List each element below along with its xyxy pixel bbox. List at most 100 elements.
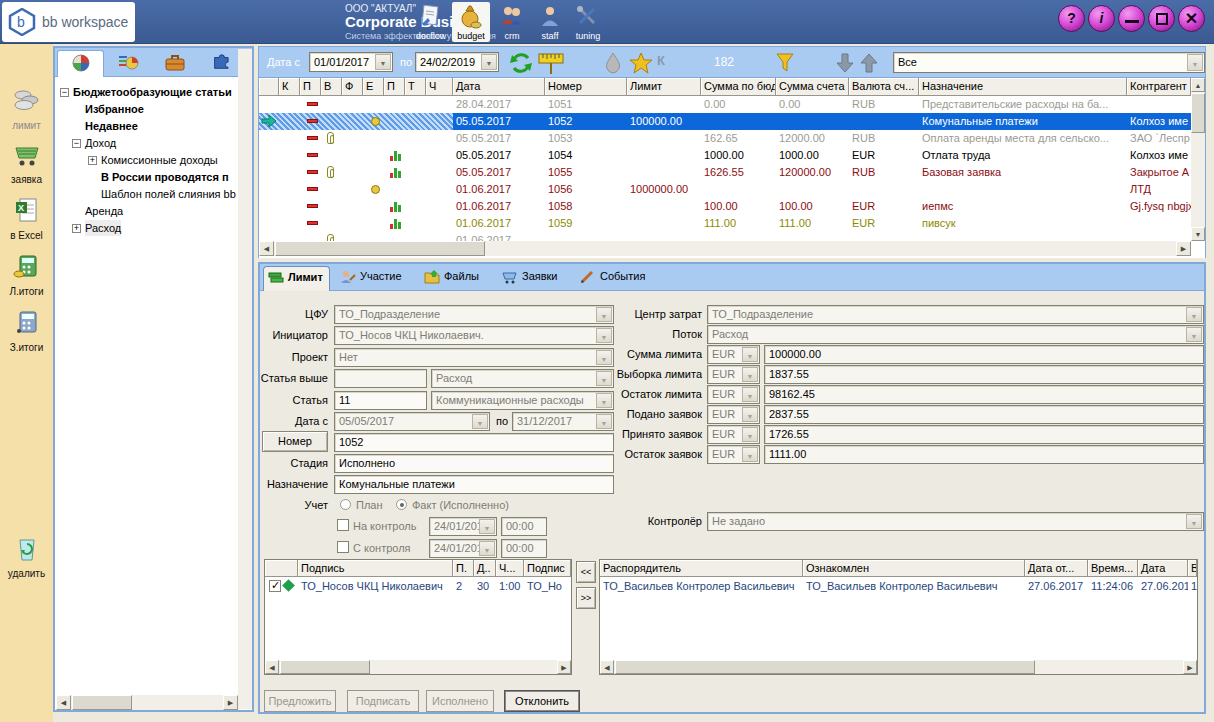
detail-date-from[interactable]: 05/05/2017 xyxy=(334,412,490,431)
star-icon[interactable] xyxy=(629,52,653,74)
col-header-contractor[interactable]: Контрагент xyxy=(1127,78,1191,96)
sig-hscrollbar[interactable]: ◀ ▶ xyxy=(265,660,571,674)
tab-limit[interactable]: Лимит xyxy=(263,266,330,291)
app-crm[interactable]: crm xyxy=(493,2,531,42)
sum-limit-value[interactable]: 100000.00 xyxy=(764,345,1204,364)
sign-button[interactable]: Подписать xyxy=(347,690,419,712)
app-staff[interactable]: staff xyxy=(531,2,569,42)
tree-hscrollbar[interactable]: ◀ ▶ xyxy=(56,695,238,710)
tree-item-rashod[interactable]: Расход xyxy=(85,220,121,236)
controller-combo[interactable]: Не задано xyxy=(707,512,1204,531)
purpose-input[interactable]: Комунальные платежи xyxy=(334,475,614,494)
sig-row-name[interactable]: ТО_Носов ЧКЦ Николаевич xyxy=(298,578,453,594)
col-header-blank[interactable] xyxy=(259,78,279,96)
sig-row-p[interactable]: 2 xyxy=(453,578,474,594)
minimize-button[interactable] xyxy=(1118,5,1145,32)
acq-col-datefrom[interactable]: Дата от... xyxy=(1025,560,1088,577)
up-arrow-icon[interactable] xyxy=(859,52,879,74)
acq-row-time[interactable]: 11:24:06 xyxy=(1088,578,1138,594)
vyborka-currency[interactable]: EUR xyxy=(707,365,760,384)
expand-box-rashod[interactable]: + xyxy=(72,224,81,233)
ostatok-zayavok-value[interactable]: 1111.00 xyxy=(764,445,1204,464)
col-header-limit[interactable]: Лимит xyxy=(627,78,701,96)
col-header-e[interactable]: Е xyxy=(363,78,384,96)
grid-hscrollbar[interactable]: ◀ ▶ xyxy=(259,241,1191,256)
k-button[interactable]: К xyxy=(657,53,665,68)
tree-item-vrossii[interactable]: В России проводятся п xyxy=(101,169,229,185)
tree-root[interactable]: Бюджетообразующие статьи xyxy=(73,84,232,100)
col-header-ch[interactable]: Ч xyxy=(426,78,453,96)
cost-center-combo[interactable]: ТО_Подразделение xyxy=(707,305,1204,324)
tree-item-izbrannoe[interactable]: Избранное xyxy=(85,101,144,117)
sig-col-ch[interactable]: Ч... xyxy=(496,560,524,577)
acq-row-disposer[interactable]: ТО_Васильев Контролер Васильевич xyxy=(600,578,803,594)
col-header-f[interactable]: Ф xyxy=(342,78,363,96)
fact-radio[interactable] xyxy=(396,499,407,510)
col-header-t[interactable]: Т xyxy=(405,78,426,96)
sig-row-checkbox[interactable]: ✓ xyxy=(269,580,281,592)
on-control-date[interactable]: 24/01/2019 xyxy=(429,517,497,536)
col-header-v[interactable]: В xyxy=(321,78,342,96)
sig-row-sign2[interactable]: ТО_Но xyxy=(524,578,571,594)
tab-sobytiya[interactable]: События xyxy=(576,266,651,291)
sig-col-sign[interactable]: Подпись xyxy=(298,560,453,577)
off-control-checkbox[interactable] xyxy=(337,541,349,553)
grid-row[interactable]: 01.06.2017 1058 100.00 100.00 EUR иепмс … xyxy=(259,198,1191,215)
tab-portfolio[interactable] xyxy=(151,50,198,77)
off-control-date[interactable]: 24/01/2019 xyxy=(429,539,497,558)
sig-row-d[interactable]: 30 xyxy=(474,578,496,594)
plan-radio[interactable] xyxy=(340,499,351,510)
move-right-button[interactable]: >> xyxy=(576,587,596,609)
collapse-box[interactable]: − xyxy=(60,88,69,97)
date-from-input[interactable]: 01/01/2017 xyxy=(309,52,393,72)
close-button[interactable]: ✕ xyxy=(1178,5,1205,32)
app-budget[interactable]: budget xyxy=(452,2,490,42)
off-control-time[interactable]: 00:00 xyxy=(501,539,547,558)
prinyato-value[interactable]: 1726.55 xyxy=(764,425,1204,444)
acq-col-time2[interactable]: Вр xyxy=(1188,560,1197,577)
expand-box-komission[interactable]: + xyxy=(88,156,97,165)
tree-vscrollbar[interactable] xyxy=(238,49,252,709)
grid-row-selected[interactable]: 05.05.2017 1052 100000.00 Комунальные пл… xyxy=(259,113,1191,130)
maximize-button[interactable] xyxy=(1148,5,1175,32)
date-to-input[interactable]: 24/02/2019 xyxy=(415,52,499,72)
sig-row-ch[interactable]: 1:00 xyxy=(496,578,524,594)
tree-item-komission[interactable]: Комиссионные доходы xyxy=(101,152,218,168)
grid-row-partial[interactable]: 01.06.2017 xyxy=(259,232,1191,241)
sig-col-p[interactable]: П. xyxy=(453,560,474,577)
grid-row[interactable]: 05.05.2017 1054 1000.00 1000.00 EUR Отла… xyxy=(259,147,1191,164)
tab-budget-articles[interactable] xyxy=(57,50,104,77)
podano-value[interactable]: 2837.55 xyxy=(764,405,1204,424)
col-header-number[interactable]: Номер xyxy=(545,78,627,96)
tab-report-pie[interactable] xyxy=(104,50,151,77)
move-left-button[interactable]: << xyxy=(576,561,596,583)
tree-item-nedavnee[interactable]: Недавнее xyxy=(85,118,138,134)
podano-currency[interactable]: EUR xyxy=(707,405,760,424)
vyborka-value[interactable]: 1837.55 xyxy=(764,365,1204,384)
reject-button[interactable]: Отклонить xyxy=(504,690,580,712)
filter-icon[interactable] xyxy=(775,52,795,74)
article-input[interactable]: 11 xyxy=(334,391,427,410)
tree-item-arenda[interactable]: Аренда xyxy=(85,203,123,219)
col-header-sum-account[interactable]: Сумма счета xyxy=(776,78,849,96)
tab-files[interactable]: Файлы xyxy=(420,266,485,291)
sidebar-item-zayavka[interactable]: заявка xyxy=(0,140,53,172)
tree-item-dohod[interactable]: Доход xyxy=(85,135,116,151)
number-button[interactable]: Номер xyxy=(262,431,328,452)
grid-vscrollbar[interactable]: ▲ ▼ xyxy=(1191,78,1205,241)
tree-item-shablon[interactable]: Шаблон полей слияния bb xyxy=(101,186,236,202)
grid-row[interactable]: 01.06.2017 1056 1000000.00 ЛТД xyxy=(259,181,1191,198)
sum-limit-currency[interactable]: EUR xyxy=(707,345,760,364)
acq-hscrollbar[interactable]: ◀ ▶ xyxy=(600,660,1197,674)
down-arrow-icon[interactable] xyxy=(835,52,855,74)
tab-zayavki[interactable]: Заявки xyxy=(498,266,564,291)
grid-row[interactable]: 01.06.2017 1059 111.00 111.00 EUR пивсук xyxy=(259,215,1191,232)
col-header-purpose[interactable]: Назначение xyxy=(919,78,1127,96)
col-header-k[interactable]: К xyxy=(279,78,300,96)
executed-button[interactable]: Исполнено xyxy=(426,690,494,712)
help-button[interactable]: ? xyxy=(1058,5,1085,32)
acq-row-date[interactable]: 27.06.2017 xyxy=(1138,578,1188,594)
sidebar-item-excel[interactable]: X в Excel xyxy=(0,196,53,228)
col-header-date[interactable]: Дата xyxy=(453,78,545,96)
collapse-box-dohod[interactable]: − xyxy=(72,139,81,148)
